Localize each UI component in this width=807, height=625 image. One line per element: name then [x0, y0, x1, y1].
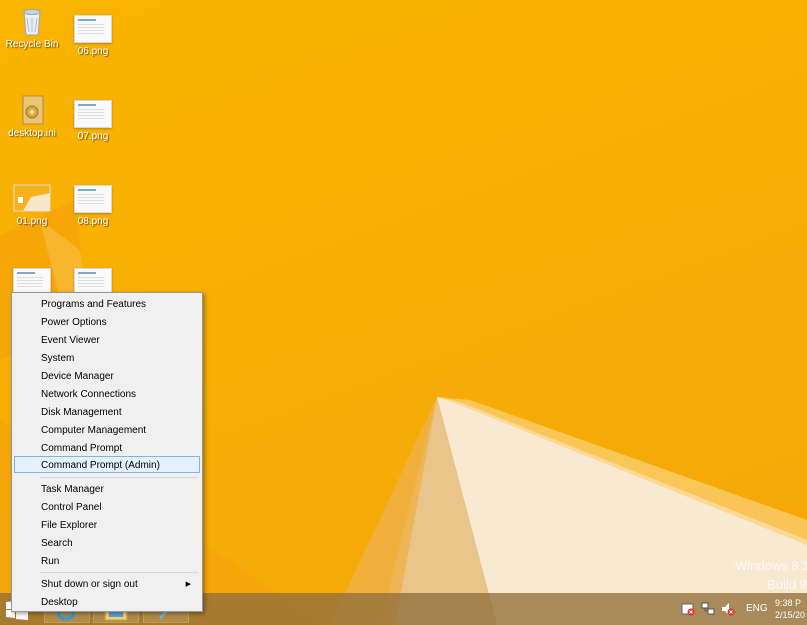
menu-item-command-prompt-admin[interactable]: Command Prompt (Admin)	[14, 456, 200, 473]
volume-muted-icon[interactable]	[721, 602, 735, 616]
watermark-os-name: Windows 8.1	[735, 558, 807, 573]
menu-item-label: Search	[41, 538, 73, 549]
menu-item-desktop[interactable]: Desktop	[14, 593, 200, 610]
menu-item-computer-management[interactable]: Computer Management	[14, 421, 200, 438]
desktop-icon-recycle-bin[interactable]: Recycle Bin	[0, 6, 67, 50]
clock-date: 2/15/20	[775, 610, 806, 620]
network-icon[interactable]	[701, 602, 715, 616]
menu-item-task-manager[interactable]: Task Manager	[14, 480, 200, 497]
clock-time: 9:38 P	[775, 598, 802, 608]
menu-item-label: Run	[41, 556, 60, 567]
windows-build-watermark: Windows 8.1 Build 9	[735, 556, 807, 594]
image-file-icon	[74, 100, 112, 128]
menu-item-network-connections[interactable]: Network Connections	[14, 385, 200, 402]
menu-item-label: Control Panel	[41, 502, 102, 513]
menu-item-label: Command Prompt	[41, 443, 123, 454]
desktop-icon-desktop-ini[interactable]: desktop.ini	[0, 95, 67, 139]
desktop-icon-01-png[interactable]: 01.png	[0, 183, 67, 227]
recycle-bin-icon	[23, 9, 41, 36]
watermark-build: Build 9	[767, 577, 807, 592]
desktop-icon-label: 06.png	[77, 46, 109, 57]
taskbar-clock[interactable]: 9:38 P 2/15/20	[775, 597, 805, 621]
winx-context-menu: Programs and Features Power Options Even…	[11, 292, 203, 612]
image-file-icon	[13, 184, 51, 212]
menu-item-label: Device Manager	[41, 371, 114, 382]
desktop: Recycle Bin 06.png desktop.ini 07.png 01…	[0, 0, 807, 625]
desktop-icon-label: 07.png	[77, 131, 109, 142]
menu-item-control-panel[interactable]: Control Panel	[14, 498, 200, 515]
menu-item-disk-management[interactable]: Disk Management	[14, 403, 200, 420]
desktop-icon-06-png[interactable]: 06.png	[58, 13, 128, 57]
menu-item-label: File Explorer	[41, 520, 98, 531]
menu-item-shut-down-or-sign-out[interactable]: Shut down or sign out ▶	[14, 575, 200, 592]
menu-item-label: Programs and Features	[41, 299, 147, 310]
menu-item-event-viewer[interactable]: Event Viewer	[14, 331, 200, 348]
menu-item-label: Task Manager	[41, 484, 104, 495]
menu-item-label: Power Options	[41, 317, 107, 328]
desktop-icon-07-png[interactable]: 07.png	[58, 98, 128, 142]
menu-item-label: System	[41, 353, 75, 364]
menu-item-file-explorer[interactable]: File Explorer	[14, 516, 200, 533]
image-file-icon	[74, 15, 112, 43]
desktop-icon-label: 01.png	[16, 216, 48, 227]
menu-item-label: Command Prompt (Admin)	[41, 460, 160, 471]
image-file-icon	[74, 185, 112, 213]
submenu-arrow-icon: ▶	[185, 581, 191, 588]
menu-item-search[interactable]: Search	[14, 534, 200, 551]
desktop-icon-label: 08.png	[77, 216, 109, 227]
menu-item-label: Shut down or sign out	[41, 579, 138, 590]
menu-item-programs-and-features[interactable]: Programs and Features	[14, 295, 200, 312]
menu-separator	[40, 572, 198, 573]
menu-item-label: Event Viewer	[41, 335, 100, 346]
settings-file-icon	[22, 95, 44, 125]
menu-item-system[interactable]: System	[14, 349, 200, 366]
menu-item-command-prompt[interactable]: Command Prompt	[14, 439, 200, 456]
menu-item-device-manager[interactable]: Device Manager	[14, 367, 200, 384]
menu-item-label: Desktop	[41, 597, 78, 608]
action-center-icon[interactable]	[681, 602, 695, 616]
menu-item-label: Computer Management	[41, 425, 147, 436]
menu-item-run[interactable]: Run	[14, 552, 200, 569]
desktop-icon-label: Recycle Bin	[5, 39, 59, 50]
desktop-icon-08-png[interactable]: 08.png	[58, 183, 128, 227]
menu-item-label: Network Connections	[41, 389, 137, 400]
input-language-indicator[interactable]: ENG	[746, 603, 768, 614]
desktop-icon-label: desktop.ini	[8, 128, 56, 139]
menu-item-power-options[interactable]: Power Options	[14, 313, 200, 330]
menu-item-label: Disk Management	[41, 407, 122, 418]
menu-separator	[40, 477, 198, 478]
